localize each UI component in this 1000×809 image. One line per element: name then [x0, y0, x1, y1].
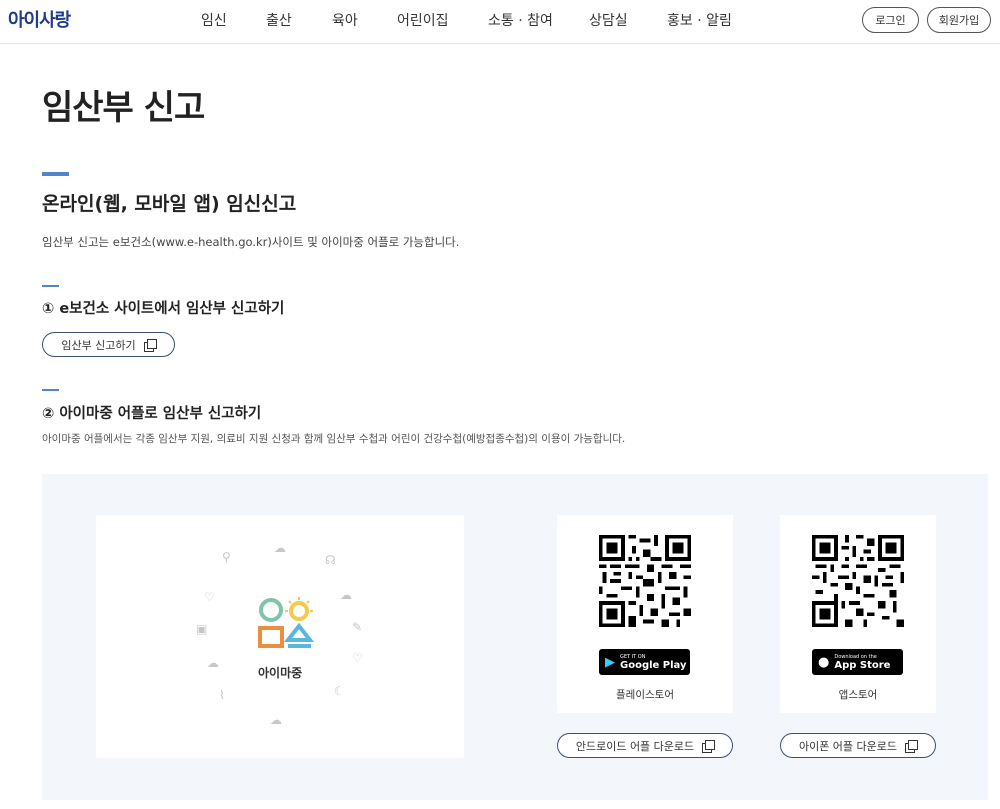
android-qr-card: ▶ GET IT ON Google Play 플레이스토어 [557, 515, 733, 713]
apple-icon: ● [818, 654, 830, 670]
report-pregnancy-label: 임산부 신고하기 [61, 338, 136, 352]
diaper-icon: ▣ [196, 622, 208, 636]
moon-icon: ☾ [334, 684, 345, 698]
cloud-icon: ☁ [207, 656, 219, 670]
nav-item-childcare[interactable]: 육아 [332, 10, 358, 30]
external-link-icon [905, 739, 919, 753]
nav-item-news[interactable]: 홍보 · 알림 [667, 10, 732, 30]
step1-title: ① e보건소 사이트에서 임산부 신고하기 [42, 301, 285, 317]
stroller-icon: ⚲ [222, 550, 231, 564]
external-link-icon [702, 739, 716, 753]
nav-item-daycare[interactable]: 어린이집 [397, 10, 449, 30]
ios-download-button[interactable]: 아이폰 어플 다운로드 [780, 733, 936, 758]
section-description: 임산부 신고는 e보건소(www.e-health.go.kr)사이트 및 아이… [42, 235, 460, 249]
signup-button[interactable]: 회원가입 [927, 7, 991, 33]
google-play-badge[interactable]: ▶ GET IT ON Google Play [599, 649, 690, 675]
bottle-icon: ✎ [352, 620, 363, 634]
aimajung-brand-name: 아이마중 [258, 666, 303, 680]
login-button[interactable]: 로그인 [862, 7, 919, 33]
ios-download-label: 아이폰 어플 다운로드 [798, 739, 898, 753]
android-download-button[interactable]: 안드로이드 어플 다운로드 [557, 733, 733, 758]
nav-item-pregnancy[interactable]: 임신 [201, 10, 227, 30]
cloud-icon: ☁ [270, 713, 282, 727]
cloud-icon: ☁ [340, 588, 352, 602]
ios-qr-card: ● Download on the App Store 앱스토어 [780, 515, 936, 713]
android-qr-code-icon [599, 535, 691, 627]
google-play-icon: ▶ [605, 654, 615, 670]
nav-item-counsel[interactable]: 상담실 [589, 10, 628, 30]
cloud-icon: ☁ [274, 541, 286, 555]
step2-title: ② 아이마중 어플로 임산부 신고하기 [42, 406, 262, 422]
site-header: 아이사랑 임신 출산 육아 어린이집 소통 · 참여 상담실 홍보 · 알림 로… [0, 0, 1000, 44]
step2-accent-bar [42, 389, 59, 391]
nav-item-birth[interactable]: 출산 [266, 10, 292, 30]
report-pregnancy-button[interactable]: 임산부 신고하기 [42, 332, 175, 357]
heart-icon: ♡ [204, 590, 215, 604]
android-download-label: 안드로이드 어플 다운로드 [575, 739, 695, 753]
site-logo[interactable]: 아이사랑 [8, 6, 71, 32]
section-accent-bar [42, 172, 69, 176]
page-title: 임산부 신고 [42, 88, 205, 128]
app-store-label: 앱스토어 [838, 689, 878, 701]
ios-qr-code-icon [812, 535, 904, 627]
nav-item-community[interactable]: 소통 · 참여 [488, 10, 553, 30]
section-title: 온라인(웹, 모바일 앱) 임신신고 [42, 193, 297, 215]
app-store-badge[interactable]: ● Download on the App Store [812, 649, 903, 675]
aimajung-logo-icon [258, 597, 315, 648]
play-store-label: 플레이스토어 [616, 689, 674, 701]
external-link-icon [143, 338, 157, 352]
step1-accent-bar [42, 285, 59, 287]
step2-description: 아이마중 어플에서는 각종 임산부 지원, 의료비 지원 신청과 함께 임산부 … [42, 433, 626, 445]
thermometer-icon: ⌇ [219, 688, 225, 702]
rattle-icon: ☊ [325, 553, 336, 567]
heart-icon: ♡ [352, 651, 363, 665]
